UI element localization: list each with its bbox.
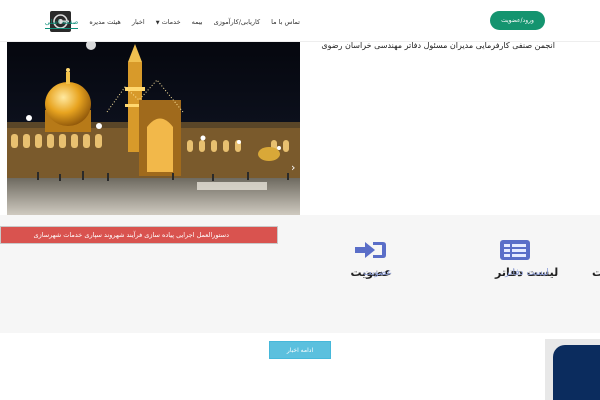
nav-home[interactable]: صفحه اصلی — [44, 16, 79, 29]
nav-board[interactable]: هیئت مدیره — [89, 16, 121, 28]
corner-image — [545, 339, 600, 400]
nav-services[interactable]: خدمات▼ — [156, 16, 181, 29]
main-nav: صفحه اصلی هیئت مدیره اخبار خدمات▼ بیمه ک… — [44, 15, 300, 29]
site-header: صفحه اصلی هیئت مدیره اخبار خدمات▼ بیمه ک… — [0, 0, 600, 42]
shrine-photo — [7, 42, 300, 215]
more-news-button[interactable]: ادامه اخبار — [269, 341, 331, 359]
nav-jobs[interactable]: کاریابی/کارآموزی — [214, 16, 261, 28]
nav-services-label: خدمات — [161, 17, 181, 26]
login-button[interactable]: ورود/عضویت — [490, 11, 545, 30]
org-title: انجمن صنفی کارفرمایی مدیران مسئول دفاتر … — [321, 41, 555, 50]
service-membership-ghost-label: عضویت — [363, 268, 393, 278]
nav-insurance[interactable]: بیمه — [192, 16, 203, 28]
hero-slider[interactable]: › — [7, 42, 300, 215]
nav-news[interactable]: اخبار — [132, 16, 145, 28]
corner-image-shape — [553, 345, 600, 400]
chevron-down-icon: ▼ — [155, 19, 160, 26]
nav-contact[interactable]: تماس با ما — [271, 16, 300, 28]
slider-next-arrow[interactable]: › — [291, 162, 295, 174]
sign-in-icon — [355, 242, 386, 258]
news-item[interactable]: دستورالعمل اجرایی پیاده سازی فرآیند شهرو… — [0, 226, 278, 244]
service-office-list-ghost-label: لیست دفاتر — [505, 268, 549, 278]
service-partial-label: ت — [592, 266, 600, 279]
list-icon — [500, 240, 530, 260]
